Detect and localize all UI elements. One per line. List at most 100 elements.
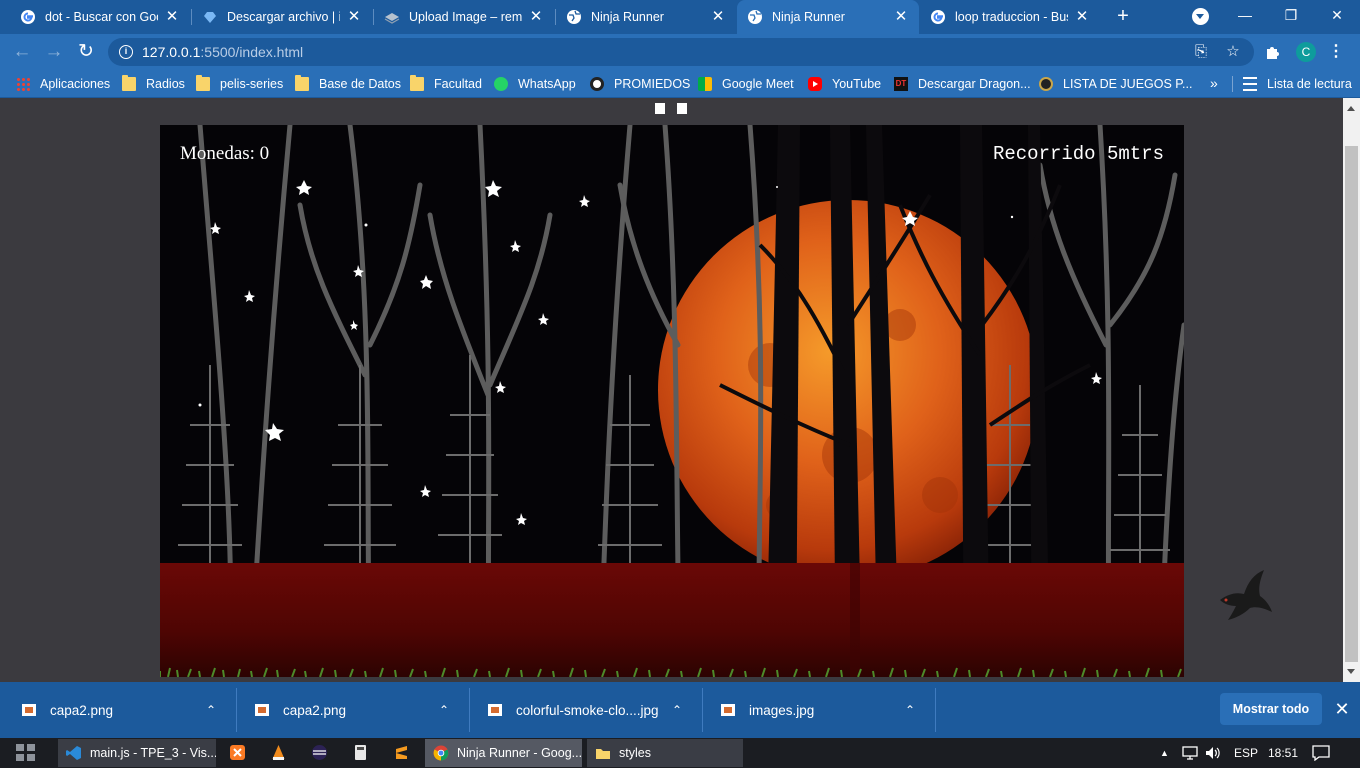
chevron-up-icon[interactable]: ⌃ [671, 703, 683, 717]
forward-arrow-icon[interactable]: → [42, 40, 66, 64]
tab-title: Descargar archivo | iLovePDF [227, 10, 340, 24]
taskbar-explorer-styles[interactable]: styles [587, 739, 743, 767]
back-arrow-icon[interactable]: ← [10, 40, 34, 64]
bookmark-star-icon[interactable]: ☆ [1224, 44, 1242, 60]
profile-avatar[interactable]: C [1296, 42, 1316, 62]
bookmark-facultad[interactable]: Facultad [410, 75, 482, 93]
scroll-up-arrow-icon[interactable] [1347, 106, 1355, 111]
eclipse-icon[interactable] [311, 744, 328, 761]
new-tab-button[interactable]: + [1112, 5, 1134, 27]
tab-loop-search[interactable]: loop traduccion - Buscar con Google ✕ [920, 0, 1100, 34]
close-downloads-icon[interactable]: ✕ [1334, 699, 1350, 719]
downloads-shelf: capa2.png ⌃ capa2.png ⌃ colorful-smoke-c… [0, 682, 1360, 738]
tab-close-icon[interactable]: ✕ [1074, 9, 1090, 25]
calculator-icon[interactable] [352, 744, 369, 761]
notifications-icon[interactable] [1312, 745, 1330, 761]
minimize-button[interactable]: — [1222, 0, 1268, 30]
tab-close-icon[interactable]: ✕ [893, 9, 909, 25]
distance-counter: Recorrido 5mtrs [992, 143, 1164, 165]
translate-icon[interactable]: ⎘ [1192, 44, 1210, 60]
start-grid-icon[interactable] [16, 744, 36, 762]
taskbar-app-label: styles [619, 746, 651, 760]
extensions-puzzle-icon[interactable] [1265, 43, 1282, 60]
bookmark-whatsapp[interactable]: WhatsApp [494, 75, 576, 93]
taskbar-app-label: main.js - TPE_3 - Vis... [90, 746, 216, 760]
system-clock[interactable]: 18:51 [1268, 738, 1298, 768]
language-indicator[interactable]: ESP [1234, 738, 1258, 768]
tab-close-icon[interactable]: ✕ [346, 9, 362, 25]
bookmark-pelis-series[interactable]: pelis-series [196, 75, 283, 93]
xampp-icon[interactable] [229, 744, 246, 761]
download-item[interactable]: capa2.png ⌃ [235, 682, 468, 738]
coins-counter: Monedas: 0 [180, 143, 270, 164]
bookmark-google-meet[interactable]: Google Meet [698, 75, 794, 93]
network-icon[interactable] [1182, 746, 1198, 760]
chevron-up-icon[interactable]: ⌃ [438, 703, 450, 717]
download-item[interactable]: capa2.png ⌃ [2, 682, 235, 738]
download-filename: capa2.png [283, 702, 347, 718]
scroll-thumb[interactable] [1345, 146, 1358, 662]
game-canvas[interactable]: Monedas: 0 Recorrido 5mtrs [160, 125, 1184, 677]
reload-icon[interactable]: ↻ [74, 40, 98, 64]
bookmark-label: Facultad [434, 77, 482, 91]
globe-icon [567, 10, 581, 24]
folder-icon [410, 75, 424, 91]
apps-grid-icon [16, 77, 30, 91]
chevron-up-icon[interactable]: ⌃ [904, 703, 916, 717]
bookmark-promiedos[interactable]: PROMIEDOS [590, 75, 690, 93]
vlc-icon[interactable] [270, 744, 287, 761]
url-text[interactable]: 127.0.0.1:5500/index.html [142, 44, 303, 60]
taskbar-app-label: Ninja Runner - Goog... [457, 746, 582, 760]
bookmark-radios[interactable]: Radios [122, 75, 185, 93]
ground-seam [850, 563, 860, 677]
tab-close-icon[interactable]: ✕ [710, 9, 726, 25]
close-window-button[interactable]: ✕ [1314, 0, 1360, 30]
taskbar-chrome[interactable]: Ninja Runner - Goog... [425, 739, 582, 767]
chevron-up-icon[interactable]: ⌃ [205, 703, 217, 717]
address-bar[interactable]: i 127.0.0.1:5500/index.html ⎘ ☆ [108, 38, 1254, 66]
game-scene [160, 125, 1184, 677]
bookmark-descargar-dragon[interactable]: DT Descargar Dragon... [894, 75, 1031, 93]
folder-icon [596, 749, 610, 759]
browser-toolbar: ← → ↻ i 127.0.0.1:5500/index.html ⎘ ☆ C … [0, 34, 1360, 70]
bookmark-lista-de-juegos[interactable]: LISTA DE JUEGOS P... [1039, 75, 1192, 93]
reading-list-icon [1243, 77, 1257, 91]
tab-dot-search[interactable]: dot - Buscar con Google ✕ [10, 0, 190, 34]
sublime-icon[interactable] [393, 744, 410, 761]
image-file-icon [488, 704, 502, 716]
bookmarks-overflow-icon[interactable]: » [1210, 75, 1218, 91]
taskbar-vscode[interactable]: main.js - TPE_3 - Vis... [58, 739, 216, 767]
bookmark-aplicaciones[interactable]: Aplicaciones [16, 75, 110, 93]
volume-icon[interactable] [1205, 746, 1221, 760]
download-item[interactable]: images.jpg ⌃ [701, 682, 934, 738]
scroll-down-arrow-icon[interactable] [1347, 669, 1355, 674]
show-all-downloads-button[interactable]: Mostrar todo [1220, 693, 1322, 725]
download-item[interactable]: colorful-smoke-clo....jpg ⌃ [468, 682, 701, 738]
ground [160, 563, 1184, 677]
download-filename: colorful-smoke-clo....jpg [516, 702, 659, 718]
tray-chevron-up-icon[interactable]: ▲ [1160, 738, 1169, 768]
tab-ilovepdf[interactable]: Descargar archivo | iLovePDF ✕ [192, 0, 372, 34]
tab-removebg[interactable]: Upload Image – remove.bg ✕ [374, 0, 554, 34]
folder-icon [196, 75, 210, 91]
bookmark-label: Descargar Dragon... [918, 77, 1031, 91]
bookmark-label: Aplicaciones [40, 77, 111, 91]
restore-button[interactable]: ❐ [1268, 0, 1314, 30]
chrome-icon [433, 745, 449, 761]
image-file-icon [721, 704, 735, 716]
tab-ninja-runner[interactable]: Ninja Runner ✕ [556, 0, 736, 34]
site-info-icon[interactable]: i [119, 45, 133, 59]
globe-icon [748, 10, 762, 24]
bookmark-base-de-datos[interactable]: Base de Datos [295, 75, 401, 93]
tab-close-icon[interactable]: ✕ [164, 9, 180, 25]
google-icon [21, 10, 35, 24]
browser-menu-icon[interactable]: ⋮ [1328, 42, 1344, 62]
pause-tile-right [677, 103, 687, 114]
reading-list[interactable]: Lista de lectura [1243, 75, 1352, 93]
page-scrollbar[interactable] [1343, 98, 1360, 682]
tab-close-icon[interactable]: ✕ [528, 9, 544, 25]
tab-search-icon[interactable] [1192, 8, 1209, 25]
bookmark-youtube[interactable]: YouTube [808, 75, 881, 93]
tab-ninja-runner-active[interactable]: Ninja Runner ✕ [737, 0, 919, 34]
tab-title: dot - Buscar con Google [45, 10, 158, 24]
